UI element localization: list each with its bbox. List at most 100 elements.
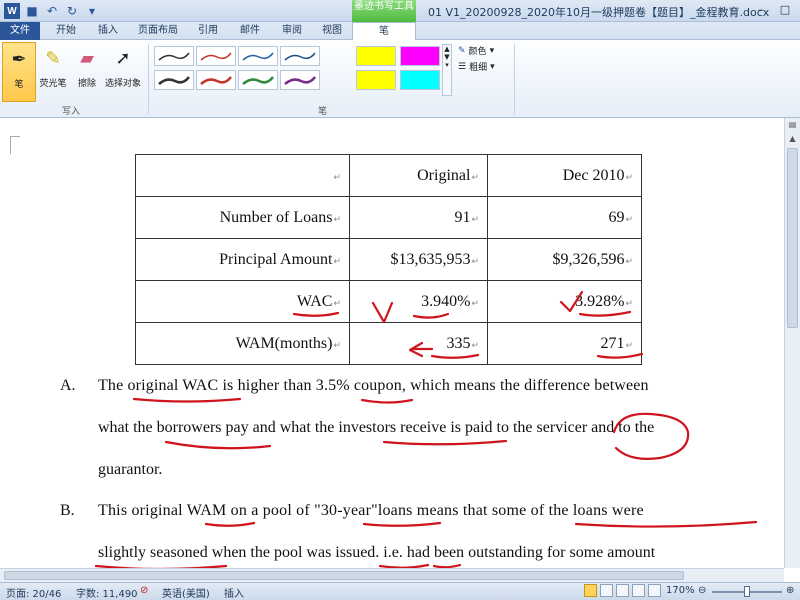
tab-view[interactable]: 视图 xyxy=(312,22,352,40)
table-cell: 335↵ xyxy=(349,322,488,365)
tab-file[interactable]: 文件 xyxy=(0,22,40,40)
vertical-scrollbar[interactable]: ▤ ▲ xyxy=(784,118,800,568)
ribbon-tabs: 文件 开始 插入 页面布局 引用 邮件 审阅 视图 笔 xyxy=(0,22,800,41)
redo-icon[interactable]: ↻ xyxy=(64,3,80,19)
table-row: Principal Amount↵ $13,635,953↵ $9,326,59… xyxy=(135,238,642,281)
loan-table: ↵ Original↵ Dec 2010↵ Number of Loans↵ 9… xyxy=(135,154,642,365)
word-count[interactable]: 字数: 11,490 xyxy=(76,585,138,600)
save-icon[interactable]: ■ xyxy=(24,3,40,19)
table-cell: 91↵ xyxy=(349,196,488,239)
zoom-out-icon[interactable]: ⊖ xyxy=(698,585,706,596)
page-corner-mark xyxy=(10,136,20,154)
draft-view-icon[interactable] xyxy=(648,584,661,597)
undo-icon[interactable]: ↶ xyxy=(44,3,60,19)
select-cursor-icon: ➚ xyxy=(115,47,131,69)
select-objects-button[interactable]: ➚ 选择对象 xyxy=(102,42,144,102)
highlighter-tool-button[interactable]: ✎ 荧光笔 xyxy=(36,42,70,102)
pen-gallery-scroll[interactable]: ▲ ▼ ▾ xyxy=(442,44,452,96)
language-indicator[interactable]: 英语(美国) xyxy=(162,585,210,600)
pen-swatch-2[interactable] xyxy=(196,46,236,66)
pen-swatch-4[interactable] xyxy=(280,46,320,66)
option-a-line-3: guarantor. xyxy=(98,461,163,478)
word-logo-icon[interactable]: W xyxy=(4,3,20,19)
table-row-label: WAC↵ xyxy=(135,280,350,323)
pen-swatch-5[interactable] xyxy=(154,70,194,90)
title-bar: W ■ ↶ ↻ ▾ 墨迹书写工具 01 V1_20200928_2020年10月… xyxy=(0,0,800,22)
table-cell: 271↵ xyxy=(487,322,642,365)
zoom-level[interactable]: 170% xyxy=(666,585,695,596)
ruler-toggle-icon[interactable]: ▤ xyxy=(785,118,800,132)
highlighter-swatch-1[interactable] xyxy=(356,46,396,66)
group-separator xyxy=(514,44,515,114)
eraser-tool-button[interactable]: ▰ 擦除 xyxy=(70,42,104,102)
table-header-cell: Original↵ xyxy=(349,154,488,197)
highlighter-tool-label: 荧光笔 xyxy=(39,79,67,89)
pen-thickness-dropdown[interactable]: ☰ 粗细 ▾ xyxy=(458,60,495,74)
window-title: 01 V1_20200928_2020年10月一级押题卷【题目】_金程教育.do… xyxy=(428,6,770,19)
option-a-line-2: what the borrowers pay and what the inve… xyxy=(98,419,655,436)
zoom-in-icon[interactable]: ⊕ xyxy=(786,585,794,596)
pen-color-icon: ✎ xyxy=(458,45,466,56)
tab-mailings[interactable]: 邮件 xyxy=(230,22,270,40)
highlighter-swatch-3[interactable] xyxy=(356,70,396,90)
pen-swatch-6[interactable] xyxy=(196,70,236,90)
pen-tool-button[interactable]: ✒ 笔 xyxy=(2,42,36,102)
print-layout-view-icon[interactable] xyxy=(584,584,597,597)
highlighter-swatch-4[interactable] xyxy=(400,70,440,90)
outline-view-icon[interactable] xyxy=(632,584,645,597)
insert-mode-indicator[interactable]: 插入 xyxy=(224,585,244,600)
quick-access-toolbar: W ■ ↶ ↻ ▾ xyxy=(4,3,100,19)
chevron-down-icon: ▾ xyxy=(489,45,495,56)
table-row: WAC↵ 3.940%↵ 3.928%↵ xyxy=(135,280,642,323)
table-cell: 69↵ xyxy=(487,196,642,239)
table-row: WAM(months)↵ 335↵ 271↵ xyxy=(135,322,642,365)
table-row: ↵ Original↵ Dec 2010↵ xyxy=(135,154,642,197)
table-header-cell: Dec 2010↵ xyxy=(487,154,642,197)
table-row-label: Principal Amount↵ xyxy=(135,238,350,281)
tab-insert[interactable]: 插入 xyxy=(88,22,128,40)
zoom-slider-thumb[interactable] xyxy=(744,586,750,597)
tab-references[interactable]: 引用 xyxy=(188,22,228,40)
highlighter-swatch-2[interactable] xyxy=(400,46,440,66)
full-screen-view-icon[interactable] xyxy=(600,584,613,597)
thickness-icon: ☰ xyxy=(458,61,467,72)
table-cell: 3.928%↵ xyxy=(487,280,642,323)
option-label-a: A. xyxy=(60,377,76,394)
pen-thickness-label: 粗细 xyxy=(469,63,488,73)
table-cell: $9,326,596↵ xyxy=(487,238,642,281)
option-a-line-1: The original WAC is higher than 3.5% cou… xyxy=(98,377,649,394)
table-row-label: WAM(months)↵ xyxy=(135,322,350,365)
tab-pens[interactable]: 笔 xyxy=(352,22,416,41)
pen-swatch-7[interactable] xyxy=(238,70,278,90)
minimize-icon[interactable]: – xyxy=(750,2,772,18)
table-cell: $13,635,953↵ xyxy=(349,238,488,281)
customize-qat-icon[interactable]: ▾ xyxy=(84,3,100,19)
maximize-icon[interactable]: □ xyxy=(774,2,796,18)
option-b-line-2: slightly seasoned when the pool was issu… xyxy=(98,544,656,561)
tab-review[interactable]: 审阅 xyxy=(272,22,312,40)
pen-color-dropdown[interactable]: ✎ 颜色 ▾ xyxy=(458,44,495,58)
horizontal-scroll-thumb[interactable] xyxy=(4,571,684,580)
pen-swatch-8[interactable] xyxy=(280,70,320,90)
context-tab-group-label: 墨迹书写工具 xyxy=(352,0,416,22)
tab-home[interactable]: 开始 xyxy=(46,22,86,40)
pen-swatch-3[interactable] xyxy=(238,46,278,66)
ribbon: ✒ 笔 ✎ 荧光笔 ▰ 擦除 ➚ 选择对象 写入 ▲ ▼ ▾ ✎ 颜色 ▾ ☰ 粗细… xyxy=(0,40,800,118)
scroll-up-icon[interactable]: ▲ xyxy=(785,132,800,146)
pen-color-label: 颜色 xyxy=(468,47,487,57)
status-bar: 页面: 20/46 字数: 11,490 ⊘ 英语(美国) 插入 170% ⊖ … xyxy=(0,582,800,600)
chevron-down-icon: ▾ xyxy=(490,61,495,72)
pen-swatch-1[interactable] xyxy=(154,46,194,66)
window-controls: – □ xyxy=(750,2,796,18)
ruler xyxy=(0,118,784,126)
proofing-icon[interactable]: ⊘ xyxy=(140,585,148,596)
page-count[interactable]: 页面: 20/46 xyxy=(6,585,61,600)
tab-page-layout[interactable]: 页面布局 xyxy=(130,22,186,40)
web-layout-view-icon[interactable] xyxy=(616,584,629,597)
table-row: Number of Loans↵ 91↵ 69↵ xyxy=(135,196,642,239)
pens-group-label: 笔 xyxy=(318,107,328,117)
eraser-icon: ▰ xyxy=(80,47,94,69)
horizontal-scrollbar[interactable] xyxy=(0,568,784,582)
vertical-scroll-thumb[interactable] xyxy=(787,148,798,328)
eraser-tool-label: 擦除 xyxy=(77,79,96,89)
